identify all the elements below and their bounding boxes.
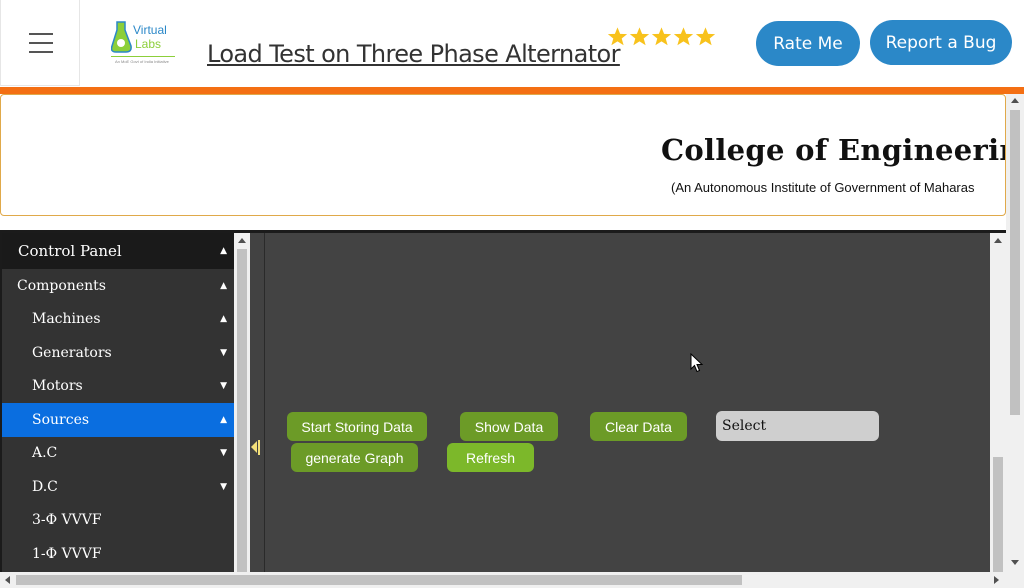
sidebar-item-label: D.C xyxy=(32,478,58,495)
sidebar-item-label: Components xyxy=(17,277,106,294)
sidebar-item-ac[interactable]: A.C ▼ xyxy=(2,437,234,471)
header-divider xyxy=(0,87,1024,94)
svg-text:An MoE Govt of India Initiativ: An MoE Govt of India Initiative xyxy=(115,59,170,64)
clear-data-button[interactable]: Clear Data xyxy=(590,412,687,441)
star-icon[interactable] xyxy=(651,26,672,47)
sidebar-item-components[interactable]: Components ▲ xyxy=(2,269,234,303)
college-name: College of Engineering, xyxy=(661,133,1005,167)
caret-down-icon: ▼ xyxy=(220,448,227,459)
table-select-dropdown[interactable]: Select xyxy=(716,411,879,441)
sidebar-item-label: 3-Φ VVVF xyxy=(32,512,102,529)
rate-me-button[interactable]: Rate Me xyxy=(756,21,860,66)
mouse-pointer-icon xyxy=(690,353,704,373)
caret-up-icon: ▲ xyxy=(220,246,227,256)
star-icon[interactable] xyxy=(673,26,694,47)
college-subtitle: (An Autonomous Institute of Government o… xyxy=(671,180,975,195)
generate-graph-button[interactable]: generate Graph xyxy=(291,443,418,472)
report-bug-button[interactable]: Report a Bug xyxy=(870,20,1012,65)
sidebar-item-label: Motors xyxy=(32,378,83,395)
workspace-canvas[interactable] xyxy=(265,233,990,572)
sidebar-item-sources[interactable]: Sources ▲ xyxy=(2,403,234,437)
scroll-down-arrow-icon[interactable] xyxy=(1011,560,1019,565)
control-panel-label: Control Panel xyxy=(18,242,122,260)
sidebar-item-label: Generators xyxy=(32,344,112,361)
control-panel-sidebar: Control Panel ▲ Components ▲ Machines ▲ … xyxy=(2,233,234,572)
rating-stars[interactable] xyxy=(607,26,716,47)
start-storing-data-button[interactable]: Start Storing Data xyxy=(287,412,427,441)
collapse-arrow-icon[interactable] xyxy=(251,441,257,453)
sidebar-item-1ph-vvvf[interactable]: 1-Φ VVVF xyxy=(2,537,234,571)
scroll-up-arrow-icon[interactable] xyxy=(238,238,246,243)
page-vertical-scroll-thumb[interactable] xyxy=(1010,110,1020,415)
sidebar-item-label: A.C xyxy=(32,445,58,462)
caret-down-icon: ▼ xyxy=(220,481,227,492)
sidebar-item-generators[interactable]: Generators ▼ xyxy=(2,336,234,370)
sidebar-item-label: Sources xyxy=(32,411,90,428)
star-icon[interactable] xyxy=(607,26,628,47)
control-panel-header[interactable]: Control Panel ▲ xyxy=(2,233,234,269)
sidebar-item-machines[interactable]: Machines ▲ xyxy=(2,303,234,337)
workspace-scrollbar[interactable] xyxy=(990,233,1006,572)
caret-up-icon: ▲ xyxy=(220,314,227,325)
refresh-button[interactable]: Refresh xyxy=(447,443,534,472)
page-title[interactable]: Load Test on Three Phase Alternator xyxy=(207,40,620,68)
sidebar-item-label: 1-Φ VVVF xyxy=(32,545,102,562)
scroll-up-arrow-icon[interactable] xyxy=(994,238,1002,243)
scroll-right-arrow-icon[interactable] xyxy=(994,576,999,584)
page-vertical-scrollbar[interactable] xyxy=(1006,94,1024,572)
star-icon[interactable] xyxy=(629,26,650,47)
svg-text:Virtual: Virtual xyxy=(133,23,167,37)
scroll-left-arrow-icon[interactable] xyxy=(5,576,10,584)
scrollbar-corner xyxy=(1006,572,1024,588)
splitter-grip[interactable] xyxy=(258,440,260,455)
college-banner: College of Engineering, (An Autonomous I… xyxy=(0,94,1006,216)
caret-down-icon: ▼ xyxy=(220,381,227,392)
page-horizontal-scroll-thumb[interactable] xyxy=(16,575,742,585)
caret-down-icon: ▼ xyxy=(220,347,227,358)
virtual-labs-logo[interactable]: Virtual Labs An MoE Govt of India Initia… xyxy=(111,16,177,66)
panel-splitter[interactable] xyxy=(250,233,265,572)
caret-up-icon: ▲ xyxy=(220,280,227,291)
hamburger-menu-icon[interactable] xyxy=(0,0,80,86)
page-horizontal-scrollbar[interactable] xyxy=(0,572,1006,588)
sidebar-item-3ph-vvvf[interactable]: 3-Φ VVVF xyxy=(2,504,234,538)
star-icon[interactable] xyxy=(695,26,716,47)
top-navbar: Virtual Labs An MoE Govt of India Initia… xyxy=(0,0,1024,87)
sidebar-scrollbar[interactable] xyxy=(234,233,250,572)
sidebar-scroll-thumb[interactable] xyxy=(237,249,247,572)
scroll-up-arrow-icon[interactable] xyxy=(1011,98,1019,103)
show-data-button[interactable]: Show Data xyxy=(460,412,558,441)
workspace-scroll-thumb[interactable] xyxy=(993,457,1003,572)
virtual-lab-page: Virtual Labs An MoE Govt of India Initia… xyxy=(0,0,1024,588)
sidebar-item-motors[interactable]: Motors ▼ xyxy=(2,370,234,404)
svg-text:Labs: Labs xyxy=(135,37,161,51)
caret-up-icon: ▲ xyxy=(220,414,227,425)
sidebar-item-label: Machines xyxy=(32,311,101,328)
sidebar-item-dc[interactable]: D.C ▼ xyxy=(2,470,234,504)
